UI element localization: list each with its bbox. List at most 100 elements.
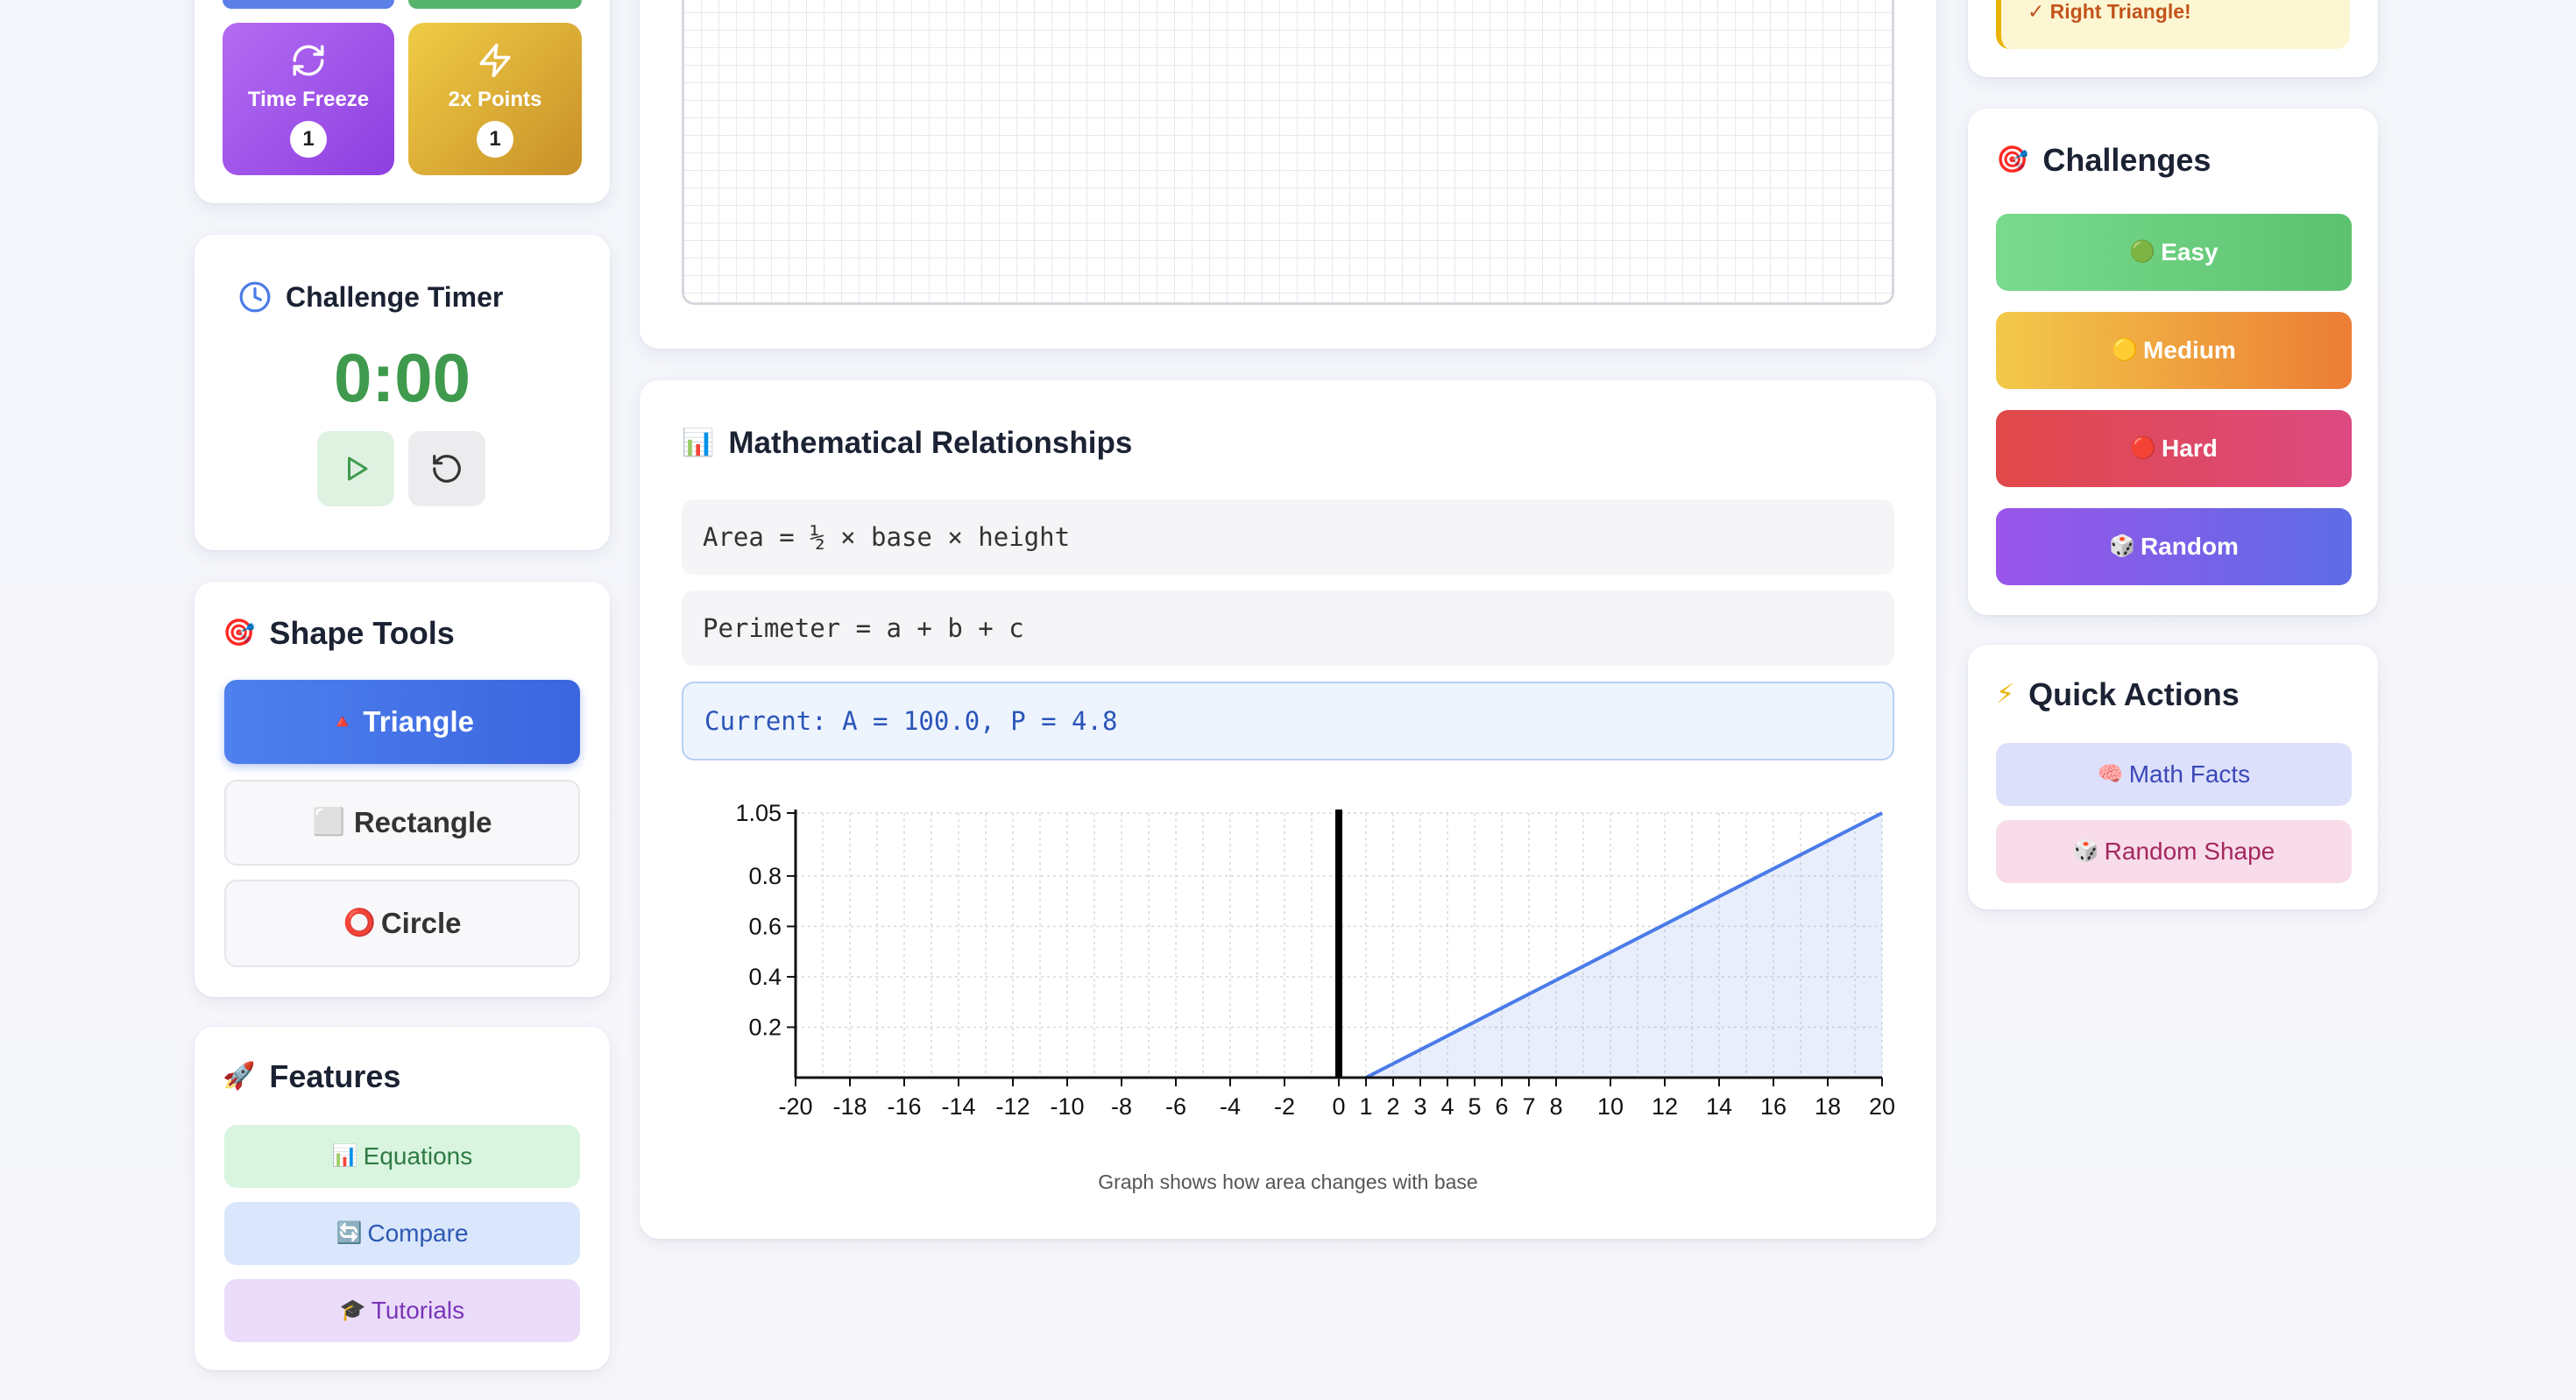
timer-play-button[interactable]: [317, 431, 394, 506]
features-title-text: Features: [269, 1058, 401, 1094]
x-tick-label: 1: [1359, 1093, 1372, 1120]
timer-title-text: Challenge Timer: [286, 280, 504, 313]
medium-challenge-button[interactable]: 🟡 Medium: [1996, 312, 2352, 389]
brain-icon: 🧠: [2097, 762, 2124, 786]
status-message: ✓ Right Triangle!: [2028, 0, 2191, 23]
easy-challenge-button[interactable]: 🟢 Easy: [1996, 214, 2352, 291]
powerup-label: Time Freeze: [247, 88, 370, 111]
equations-label: Equations: [363, 1142, 473, 1170]
powerups-card: Time Freeze 1 2x Points 1: [195, 0, 610, 203]
rocket-icon: 🚀: [223, 1062, 256, 1091]
x-tick-label: 4: [1440, 1093, 1454, 1120]
challenges-title: 🎯 Challenges: [1996, 142, 2211, 179]
x-tick-label: 10: [1597, 1093, 1624, 1120]
tutorials-label: Tutorials: [371, 1297, 465, 1324]
x-tick-label: -2: [1274, 1093, 1295, 1120]
triangle-tool-label: Triangle: [363, 705, 474, 738]
x-tick-label: 18: [1815, 1093, 1841, 1120]
relationships-title-text: Mathematical Relationships: [728, 426, 1133, 460]
x-tick-label: 0: [1332, 1093, 1345, 1120]
green-circle-icon: 🟢: [2129, 240, 2156, 264]
x-tick-label: 5: [1468, 1093, 1481, 1120]
canvas-card: [640, 0, 1936, 349]
equations-feature-button[interactable]: 📊 Equations: [224, 1125, 580, 1188]
clock-icon: [239, 281, 271, 313]
triangle-icon: 🔺: [330, 711, 355, 732]
x-tick-label: -4: [1220, 1093, 1241, 1120]
y-tick-label: 0.8: [748, 863, 782, 889]
powerup-2x-points[interactable]: 2x Points 1: [408, 23, 582, 175]
y-tick-label: 1.05: [735, 800, 782, 826]
powerup-top-bar-right: [408, 0, 582, 9]
x-tick-label: -10: [1050, 1093, 1084, 1120]
hard-challenge-button[interactable]: 🔴 Hard: [1996, 410, 2352, 487]
y-tick-label: 0.4: [748, 964, 782, 990]
reset-icon: [433, 455, 461, 483]
y-tick-label: 0.6: [748, 913, 782, 939]
x-tick-label: 12: [1652, 1093, 1678, 1120]
square-icon: ⬜: [312, 808, 345, 837]
challenges-card: 🎯 Challenges 🟢 Easy 🟡 Medium 🔴 Hard 🎲 Ra…: [1968, 109, 2378, 615]
drawing-canvas[interactable]: [682, 0, 1894, 305]
random-shape-button[interactable]: 🎲 Random Shape: [1996, 820, 2352, 883]
triangle-tool-button[interactable]: 🔺 Triangle: [224, 680, 580, 764]
circle-tool-button[interactable]: ⭕ Circle: [224, 880, 580, 967]
yellow-circle-icon: 🟡: [2112, 338, 2139, 362]
chart-icon: 📊: [331, 1144, 358, 1168]
random-label: Random: [2140, 533, 2239, 560]
x-tick-label: -18: [832, 1093, 867, 1120]
x-tick-label: 20: [1869, 1093, 1895, 1120]
x-tick-label: 6: [1495, 1093, 1508, 1120]
perimeter-formula: Perimeter = a + b + c: [682, 590, 1894, 666]
x-tick-label: -12: [995, 1093, 1030, 1120]
compare-feature-button[interactable]: 🔄 Compare: [224, 1202, 580, 1265]
shape-tools-title: 🎯 Shape Tools: [223, 615, 455, 652]
dice-icon: 🎲: [2072, 839, 2099, 863]
hard-label: Hard: [2162, 435, 2218, 462]
x-tick-label: 3: [1413, 1093, 1426, 1120]
x-tick-label: -16: [887, 1093, 921, 1120]
timer-value: 0:00: [333, 339, 471, 416]
circle-icon: ⭕: [343, 909, 376, 937]
medium-label: Medium: [2143, 336, 2236, 364]
challenge-timer-card: Challenge Timer 0:00: [195, 235, 610, 550]
area-formula: Area = ½ × base × height: [682, 499, 1894, 575]
current-values: Current: A = 100.0, P = 4.8: [682, 682, 1894, 760]
x-tick-label: 8: [1549, 1093, 1562, 1120]
x-tick-label: -20: [778, 1093, 812, 1120]
powerup-time-freeze[interactable]: Time Freeze 1: [223, 23, 394, 175]
status-message-box: ✓ Right Triangle!: [1996, 0, 2350, 49]
powerup-top-bar-left: [223, 0, 394, 9]
features-title: 🚀 Features: [223, 1058, 400, 1095]
tutorials-feature-button[interactable]: 🎓 Tutorials: [224, 1279, 580, 1342]
random-shape-label: Random Shape: [2104, 838, 2275, 865]
powerup-count-badge: 1: [477, 121, 513, 158]
x-tick-label: 14: [1706, 1093, 1732, 1120]
quick-actions-title: ⚡ Quick Actions: [1996, 676, 2240, 713]
graduation-cap-icon: 🎓: [339, 1298, 366, 1322]
shape-tools-card: 🎯 Shape Tools 🔺 Triangle ⬜ Rectangle ⭕ C…: [195, 582, 610, 997]
quick-actions-title-text: Quick Actions: [2028, 676, 2240, 712]
refresh-icon: [293, 45, 324, 76]
x-tick-label: -8: [1111, 1093, 1132, 1120]
rectangle-tool-label: Rectangle: [353, 806, 492, 838]
chart-icon: 📊: [682, 428, 715, 457]
red-circle-icon: 🔴: [2130, 436, 2157, 460]
shape-tools-title-text: Shape Tools: [269, 615, 455, 651]
easy-label: Easy: [2161, 238, 2219, 265]
features-card: 🚀 Features 📊 Equations 🔄 Compare 🎓 Tutor…: [195, 1027, 610, 1370]
x-tick-label: 2: [1386, 1093, 1399, 1120]
target-icon: 🎯: [1996, 145, 2029, 174]
challenges-title-text: Challenges: [2042, 142, 2212, 178]
refresh-icon: 🔄: [336, 1221, 363, 1245]
rectangle-tool-button[interactable]: ⬜ Rectangle: [224, 780, 580, 866]
y-tick-label: 0.2: [748, 1014, 782, 1040]
timer-reset-button[interactable]: [408, 431, 485, 506]
x-tick-label: 16: [1760, 1093, 1787, 1120]
math-facts-button[interactable]: 🧠 Math Facts: [1996, 743, 2352, 806]
random-challenge-button[interactable]: 🎲 Random: [1996, 508, 2352, 585]
circle-tool-label: Circle: [380, 907, 462, 939]
lightning-icon: [479, 43, 511, 78]
timer-title: Challenge Timer: [238, 280, 503, 314]
area-vs-base-chart: -20 -18 -16 -14 -12 -10 -8 -6 -4 -2 0 1 2 3 4 5 6 7 8 10 12 1…: [735, 800, 1895, 1120]
